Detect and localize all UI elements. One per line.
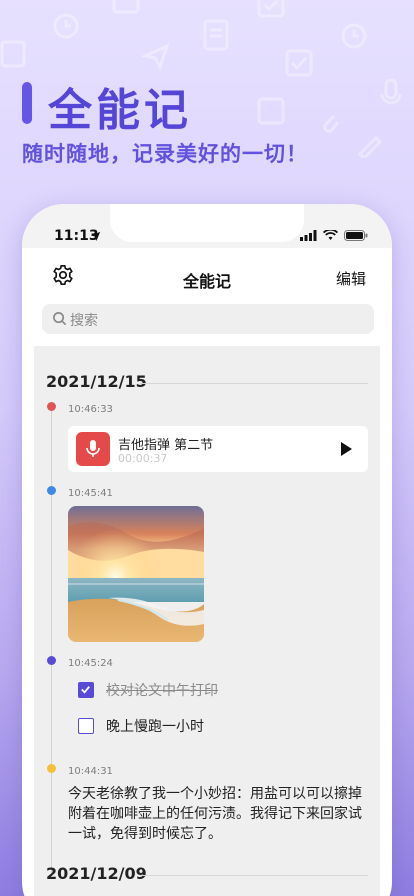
check-icon [81,686,90,694]
timeline[interactable]: 2021/12/15 10:46:33 吉他指弹 第二节 00:00:37 10… [34,346,380,896]
phone-frame: 11:13 全能记 编辑 搜索 2021/12/15 10:46:33 吉他指弹… [22,204,392,896]
wifi-icon [323,230,338,240]
alarm-icon [341,23,367,49]
checkbox-unchecked[interactable] [78,718,94,734]
battery-icon [344,230,368,241]
calendar-icon [0,40,26,68]
notch [110,204,304,242]
checklist-icon [257,0,285,18]
document-icon [203,19,229,51]
timeline-dot-purple [47,656,56,665]
search-placeholder: 搜索 [70,313,98,329]
hero-title: 全能记 [48,85,192,136]
timeline-dot-yellow [47,764,56,773]
status-bar: 11:13 [22,204,392,248]
hero-subtitle: 随时随地，记录美好的一切！ [22,142,308,166]
search-input[interactable]: 搜索 [42,304,374,334]
app-header: 全能记 编辑 搜索 [22,248,392,346]
timeline-line [51,408,52,488]
date-divider [140,383,368,384]
todo-item[interactable]: 校对论文中午打印 [78,680,218,700]
system-icons [300,230,368,241]
checkbox-checked[interactable] [78,682,94,698]
mic-icon [380,78,402,105]
todo-text: 晚上慢跑一小时 [106,719,204,735]
search-icon [53,312,67,326]
todo-text: 校对论文中午打印 [106,683,218,699]
pen-icon [357,135,382,158]
send-icon [142,43,170,70]
signal-icon [300,230,317,241]
timeline-dot-blue [47,486,56,495]
timeline-line [51,772,52,874]
date-divider [140,875,368,876]
timeline-line [51,492,52,658]
paperclip-icon [323,114,340,133]
text-note[interactable]: 今天老徐教了我一个小妙招：用盐可以可以擦掉附着在咖啡壶上的任何污渍。我得记下来回… [68,784,370,844]
audio-title: 吉他指弹 第二节 [118,438,214,453]
audio-duration: 00:00:37 [118,452,168,465]
date-header: 2021/12/15 [46,372,147,391]
mic-icon [86,440,100,457]
note-icon [257,97,285,125]
timeline-dot-red [47,402,56,411]
entry-timestamp: 10:45:24 [68,658,113,669]
entry-timestamp: 10:46:33 [68,404,113,415]
date-header: 2021/12/09 [46,864,147,883]
timeline-line [51,662,52,768]
audio-thumb [76,432,110,466]
audio-entry[interactable]: 吉他指弹 第二节 00:00:37 [68,426,368,472]
check-icon [285,49,313,77]
hero-accent-bar [22,82,32,124]
photo-thumbnail[interactable] [68,506,204,642]
clock-icon [53,13,79,39]
notebook-icon [112,0,140,14]
location-arrow-icon [90,231,101,242]
todo-item[interactable]: 晚上慢跑一小时 [78,716,204,736]
beach-sunset-image [68,506,204,642]
play-icon[interactable] [341,442,352,456]
entry-timestamp: 10:44:31 [68,766,113,777]
edit-button[interactable]: 编辑 [336,268,366,289]
entry-timestamp: 10:45:41 [68,488,113,499]
